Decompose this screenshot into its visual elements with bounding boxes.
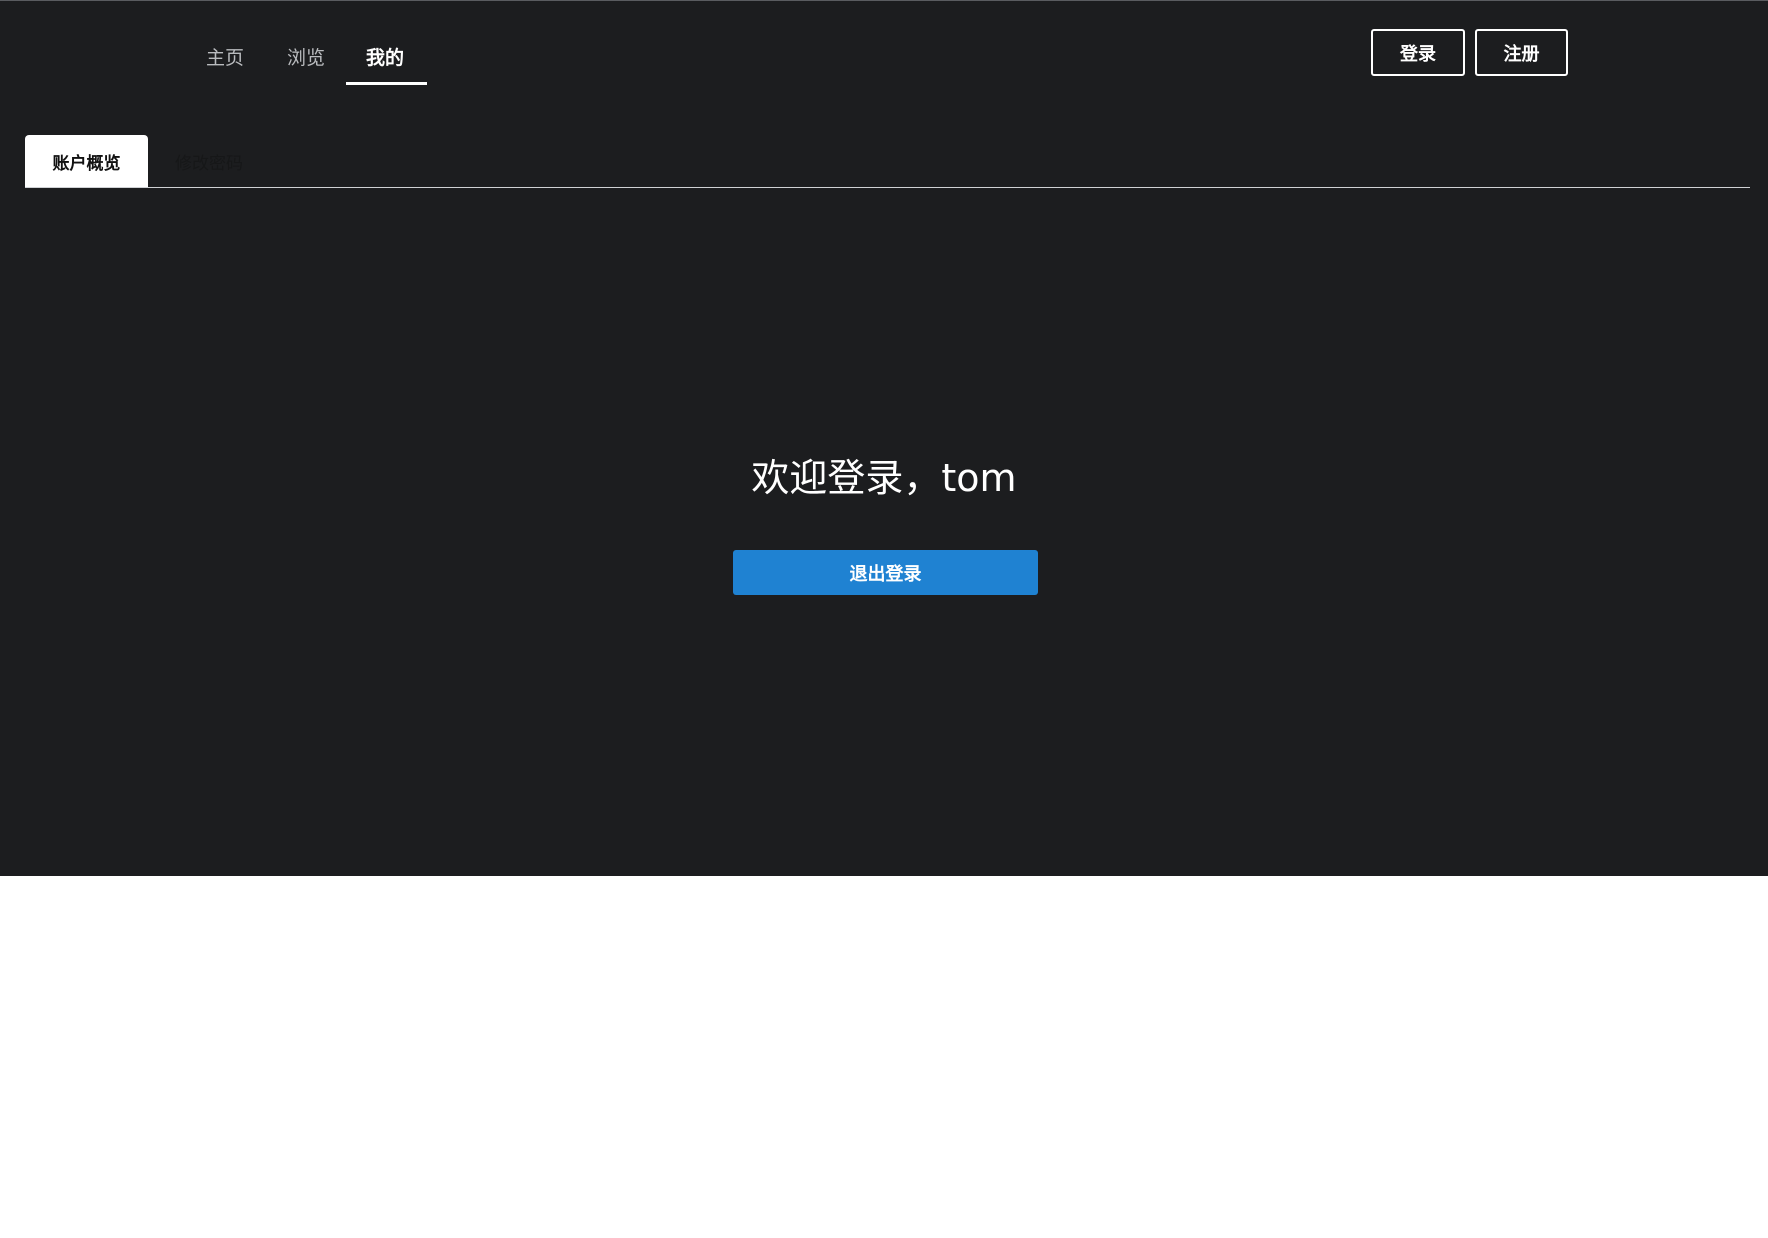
- welcome-message: 欢迎登录，tom: [751, 456, 1017, 500]
- tab-divider: [25, 187, 1750, 188]
- logout-button[interactable]: 退出登录: [733, 550, 1038, 595]
- nav-active-indicator: [346, 82, 427, 85]
- login-button[interactable]: 登录: [1371, 29, 1465, 76]
- register-button[interactable]: 注册: [1475, 29, 1568, 76]
- nav-link-home[interactable]: 主页: [206, 45, 244, 71]
- app-shell: 主页 浏览 我的 登录 注册 账户概览 修改密码 欢迎登录，tom 退出登录: [0, 0, 1768, 876]
- tab-change-password[interactable]: 修改密码: [148, 135, 270, 188]
- nav-link-browse[interactable]: 浏览: [287, 45, 325, 71]
- tab-account-overview[interactable]: 账户概览: [25, 135, 148, 188]
- nav-link-mine[interactable]: 我的: [366, 45, 404, 71]
